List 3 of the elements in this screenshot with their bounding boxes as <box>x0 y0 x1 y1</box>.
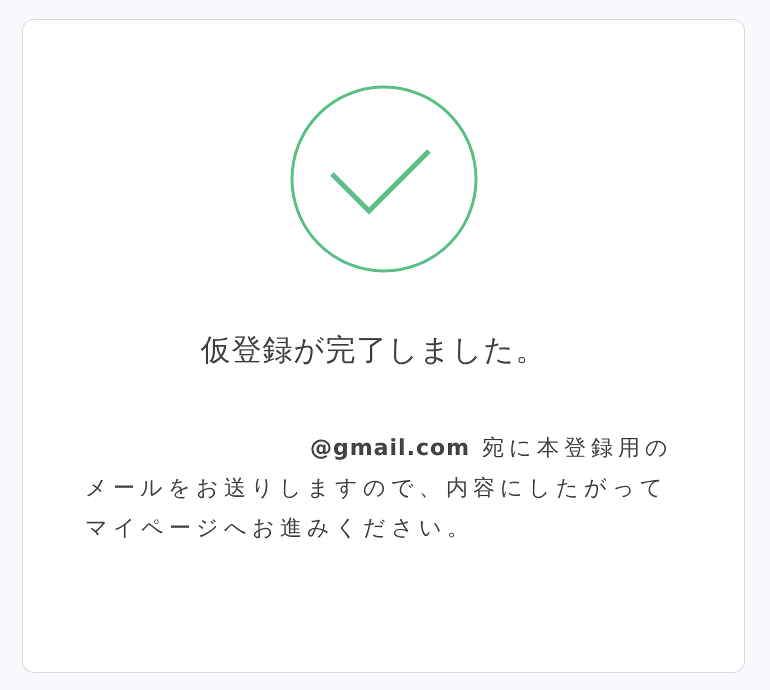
instruction-message: @gmail.com 宛に本登録用のメールをお送りしますので、内容にしたがってマイページへお進みください。 <box>85 435 674 543</box>
completion-title: 仮登録が完了しました。 <box>200 332 546 370</box>
check-circle-icon <box>288 84 478 274</box>
